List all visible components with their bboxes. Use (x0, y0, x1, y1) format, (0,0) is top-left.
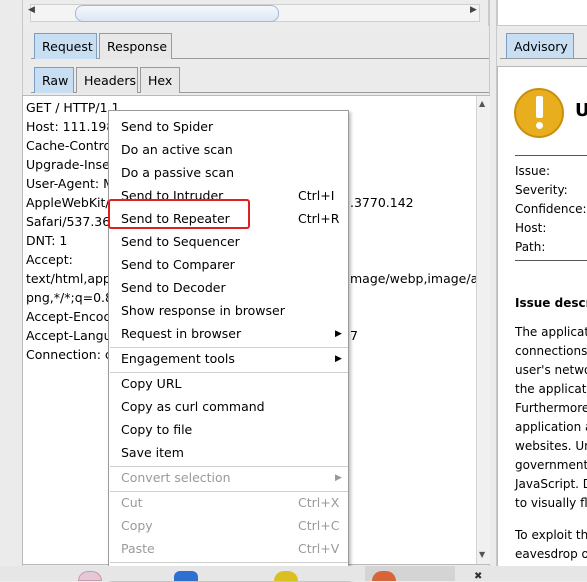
issue-description-line: The applicatio (515, 325, 587, 339)
menu-item-copy-to-file[interactable]: Copy to file (121, 422, 192, 437)
menu-item-convert-selection: Convert selection (121, 470, 231, 485)
request-line: Accept: (26, 252, 73, 267)
request-line: Connection: cl (26, 347, 116, 362)
annotation-highlight-box (108, 199, 250, 229)
advisory-field-label: Confidence: (515, 202, 587, 216)
menu-separator (110, 562, 348, 563)
menu-item-passive-scan[interactable]: Do a passive scan (121, 165, 234, 180)
taskbar-app-icon[interactable] (274, 571, 298, 581)
menu-item-engagement-tools[interactable]: Engagement tools (121, 351, 235, 366)
tab-headers[interactable]: Headers (76, 67, 138, 93)
request-line: Cache-Control (26, 138, 115, 153)
submenu-arrow-icon: ▶ (335, 329, 342, 339)
shortcut-cut: Ctrl+X (298, 495, 340, 510)
request-line-fragment: mage/webp,image/a (350, 271, 479, 286)
menu-item-send-to-spider[interactable]: Send to Spider (121, 119, 213, 134)
menu-item-copy: Copy (121, 518, 153, 533)
submenu-arrow-icon: ▶ (335, 473, 342, 483)
issue-description-line: connections. (515, 344, 587, 358)
issue-description-line: to visually fla (515, 496, 587, 510)
taskbar-app-icon[interactable] (174, 571, 198, 581)
tab-hex[interactable]: Hex (140, 67, 180, 93)
menu-item-cut: Cut (121, 495, 143, 510)
request-line: png,*/*;q=0.8, (26, 290, 117, 305)
advisory-divider (515, 155, 587, 156)
top-right-panel (497, 0, 587, 26)
advisory-divider (515, 260, 587, 261)
shortcut-copy: Ctrl+C (298, 518, 340, 533)
horizontal-scrollbar-thumb[interactable] (75, 5, 279, 22)
context-menu: Send to Spider Do an active scan Do a pa… (108, 110, 349, 580)
issue-description-heading: Issue descri (515, 296, 587, 310)
menu-item-show-response-in-browser[interactable]: Show response in browser (121, 303, 285, 318)
request-line: text/html,appli (26, 271, 118, 286)
request-line: GET / HTTP/1.1 (26, 100, 120, 115)
submenu-arrow-icon: ▶ (335, 354, 342, 364)
advisory-tab-underline (500, 58, 587, 59)
advisory-field-label: Host: (515, 221, 547, 235)
menu-item-send-to-sequencer[interactable]: Send to Sequencer (121, 234, 240, 249)
request-line: AppleWebKit/ (26, 195, 110, 210)
issue-description-line: To exploit th (515, 528, 587, 542)
issue-description-line: governments (515, 458, 587, 472)
menu-separator (110, 491, 348, 492)
menu-item-paste: Paste (121, 541, 155, 556)
tab-raw-label: Raw (42, 73, 69, 88)
menu-separator (110, 372, 348, 373)
advisory-field-label: Issue: (515, 164, 551, 178)
advisory-title: U (575, 100, 587, 121)
issue-description-line: JavaScript. D (515, 477, 587, 491)
taskbar-app-icon[interactable] (372, 571, 396, 581)
tab-headers-label: Headers (84, 73, 137, 88)
menu-item-active-scan[interactable]: Do an active scan (121, 142, 233, 157)
issue-description-line: eavesdrop or (515, 547, 587, 561)
scroll-down-arrow-icon[interactable]: ▼ (479, 550, 485, 559)
issue-description-line: Furthermore, (515, 401, 587, 415)
shortcut-send-to-intruder: Ctrl+I (298, 188, 335, 203)
tab-hex-label: Hex (148, 73, 173, 88)
issue-description-line: application a (515, 420, 587, 434)
request-line: Accept-Langu (26, 328, 112, 343)
request-line-fragment: 7 (350, 328, 358, 343)
scroll-right-arrow-icon[interactable]: ▶ (470, 5, 477, 15)
tab-advisory-label: Advisory (514, 39, 568, 54)
editor-vertical-scrollbar[interactable] (476, 96, 490, 564)
tab-response-label: Response (107, 39, 168, 54)
menu-item-copy-url[interactable]: Copy URL (121, 376, 181, 391)
tab-advisory[interactable]: Advisory (506, 33, 574, 59)
taskbar-app-icon[interactable]: ✖ (474, 571, 482, 582)
request-line: Safari/537.36 (26, 214, 111, 229)
scroll-up-arrow-icon[interactable]: ▲ (479, 99, 485, 108)
warning-icon-bar (536, 96, 543, 118)
tab-response[interactable]: Response (99, 33, 172, 59)
issue-description-line: the applicatio (515, 382, 587, 396)
request-line-fragment: .3770.142 (350, 195, 414, 210)
menu-item-send-to-comparer[interactable]: Send to Comparer (121, 257, 235, 272)
shortcut-send-to-repeater: Ctrl+R (298, 211, 340, 226)
request-line: User-Agent: M (26, 176, 114, 191)
request-line: Host: 111.198 (26, 119, 115, 134)
menu-item-save-item[interactable]: Save item (121, 445, 184, 460)
advisory-pane (497, 66, 587, 566)
request-line: Upgrade-Insec (26, 157, 117, 172)
request-line: Accept-Encod (26, 309, 112, 324)
menu-item-send-to-decoder[interactable]: Send to Decoder (121, 280, 226, 295)
warning-icon-dot (536, 122, 543, 129)
advisory-field-label: Path: (515, 240, 546, 254)
advisory-field-label: Severity: (515, 183, 568, 197)
menu-separator (110, 347, 348, 348)
tab-request[interactable]: Request (34, 33, 97, 59)
menu-item-request-in-browser[interactable]: Request in browser (121, 326, 241, 341)
menu-item-copy-as-curl[interactable]: Copy as curl command (121, 399, 265, 414)
tab-raw[interactable]: Raw (34, 67, 74, 93)
taskbar-app-icon[interactable] (78, 571, 102, 581)
scroll-left-arrow-icon[interactable]: ◀ (28, 5, 35, 15)
menu-separator (110, 466, 348, 467)
request-line: DNT: 1 (26, 233, 68, 248)
issue-description-line: websites. Un (515, 439, 587, 453)
issue-description-line: user's networ (515, 363, 587, 377)
shortcut-paste: Ctrl+V (298, 541, 340, 556)
horizontal-scrollbar[interactable] (30, 4, 480, 22)
tab-request-label: Request (42, 39, 93, 54)
